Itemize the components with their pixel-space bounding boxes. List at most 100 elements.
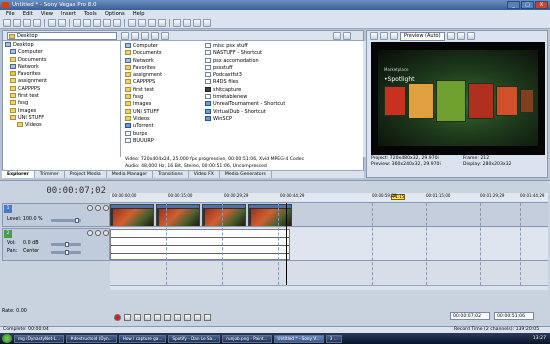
playhead-cursor[interactable] (286, 203, 287, 285)
tab-transitions[interactable]: Transitions (153, 171, 189, 178)
tab-project-media[interactable]: Project Media (65, 171, 107, 178)
file-item[interactable]: UnrealTournament - Shortcut (205, 101, 285, 108)
stop-button[interactable] (164, 313, 171, 321)
taskbar-item[interactable]: #destructoid (Dyn... (66, 334, 117, 343)
envelope-tool-icon[interactable] (138, 19, 146, 27)
preview-quality-dropdown[interactable]: Preview (Auto) (400, 31, 445, 41)
tree-item-network[interactable]: Network (3, 63, 120, 71)
file-item[interactable]: assignment (125, 72, 162, 79)
video-clip[interactable] (110, 204, 154, 226)
tree-item-favorites[interactable]: Favorites (3, 71, 120, 78)
file-item[interactable]: pssstuff (205, 64, 285, 72)
tab-video-fx[interactable]: Video FX (189, 171, 220, 178)
file-item[interactable]: WinSCP (205, 115, 285, 123)
copy-icon[interactable] (83, 19, 91, 27)
video-track-header[interactable]: 1 Level: 100.0 % (2, 203, 110, 227)
next-frame-button[interactable] (204, 313, 211, 321)
file-item[interactable]: misc psx stuff (205, 43, 285, 50)
taskbar-item[interactable]: How I capture ga... (118, 334, 167, 343)
views-icon[interactable] (343, 32, 351, 40)
start-button-icon[interactable] (2, 334, 12, 343)
loop-playback-button[interactable] (124, 313, 131, 321)
help-icon[interactable] (203, 19, 211, 27)
split-screen-icon[interactable] (390, 32, 398, 40)
tree-item-first-test[interactable]: first test (3, 93, 120, 100)
track-lanes[interactable] (110, 203, 548, 285)
undo-icon[interactable] (103, 19, 111, 27)
solo-icon[interactable] (95, 205, 101, 211)
tree-item-computer[interactable]: Computer (3, 49, 120, 56)
tree-item-fssg[interactable]: fssg (3, 100, 120, 107)
play-icon[interactable] (151, 32, 159, 40)
file-item[interactable]: timetablenew (205, 94, 285, 101)
tree-item-videos[interactable]: Videos (3, 122, 120, 129)
tree-item-uni-stuff[interactable]: UNI STUFF (3, 114, 120, 122)
paste-icon[interactable] (93, 19, 101, 27)
tab-explorer[interactable]: Explorer (2, 171, 35, 178)
mute-icon[interactable] (87, 230, 93, 236)
menu-insert[interactable]: Insert (57, 10, 80, 18)
level-slider-knob[interactable] (75, 218, 79, 223)
file-item[interactable]: UNI STUFF (125, 108, 162, 116)
path-dropdown[interactable]: Desktop (7, 32, 117, 40)
redo-icon[interactable] (113, 19, 121, 27)
tab-media-generators[interactable]: Media Generators (220, 171, 272, 178)
volume-slider-knob[interactable] (65, 242, 69, 247)
taskbar-item[interactable]: Untitled * - Sony V... (273, 334, 324, 343)
preview-screen[interactable]: Marketplace •Spotlight (371, 42, 545, 155)
preview-fx-icon[interactable] (380, 32, 388, 40)
menu-view[interactable]: View (37, 10, 57, 18)
file-item[interactable]: Favorites (125, 64, 162, 72)
taskbar-item[interactable]: runjob.png - Paint... (222, 334, 272, 343)
file-item[interactable]: Images (125, 101, 162, 108)
menu-options[interactable]: Options (101, 10, 129, 18)
zoom-tool-icon[interactable] (158, 19, 166, 27)
tree-item-capppps[interactable]: CAPPPPS (3, 85, 120, 93)
cut-icon[interactable] (73, 19, 81, 27)
pan-slider-knob[interactable] (65, 250, 69, 255)
file-item[interactable]: Computer (125, 43, 162, 50)
up-folder-icon[interactable] (121, 32, 129, 40)
video-track-lane[interactable] (110, 203, 548, 227)
menu-help[interactable]: Help (129, 10, 149, 18)
taskbar-item[interactable]: 3 ... (325, 334, 342, 343)
file-item[interactable]: Podcastfst3 (205, 72, 285, 79)
close-button[interactable]: X (535, 1, 548, 9)
tree-item-desktop[interactable]: Desktop (3, 42, 120, 49)
track-fx-icon[interactable] (103, 230, 109, 236)
go-to-start-button[interactable] (174, 313, 181, 321)
timeline-ruler[interactable]: +1:15 00:00:00;00 00:00:15;00 00:00:29;2… (110, 193, 548, 203)
properties-icon[interactable] (48, 19, 56, 27)
rate-control[interactable]: Rate: 0.00 (2, 309, 110, 319)
video-clip[interactable] (202, 204, 246, 226)
render-icon[interactable] (58, 19, 66, 27)
file-item[interactable]: CAPPPPS (125, 79, 162, 86)
tab-trimmer[interactable]: Trimmer (35, 171, 65, 178)
audio-clip[interactable] (110, 229, 290, 260)
overlays-icon[interactable] (446, 32, 455, 40)
menu-file[interactable]: File (2, 10, 19, 18)
file-item[interactable]: first test (125, 86, 162, 94)
mute-icon[interactable] (87, 205, 93, 211)
save-snapshot-icon[interactable] (466, 32, 475, 40)
pause-button[interactable] (154, 313, 161, 321)
record-button[interactable] (114, 313, 121, 321)
autoripple-icon[interactable] (173, 19, 181, 27)
maximize-button[interactable]: □ (521, 1, 534, 9)
file-item[interactable]: R4DS files (205, 79, 285, 86)
menu-edit[interactable]: Edit (19, 10, 37, 18)
audio-track-header[interactable]: 2 Vol: 0.0 dB Pan: Center (2, 228, 110, 261)
taskbar-item[interactable]: Spotify - Dan Le Sa... (168, 334, 221, 343)
tree-item-assignment[interactable]: assignment (3, 78, 120, 85)
file-item[interactable]: Videos (125, 115, 162, 123)
minimize-button[interactable]: _ (507, 1, 520, 9)
play-from-start-button[interactable] (134, 313, 141, 321)
project-properties-icon[interactable] (370, 32, 378, 40)
save-as-icon[interactable] (33, 19, 41, 27)
video-clip[interactable] (156, 204, 200, 226)
file-item[interactable]: psx accomodation (205, 57, 285, 65)
open-icon[interactable] (13, 19, 21, 27)
play-button[interactable] (144, 313, 151, 321)
cursor-position-field[interactable]: 00:00:07;02 (450, 312, 490, 320)
refresh-icon[interactable] (131, 32, 139, 40)
